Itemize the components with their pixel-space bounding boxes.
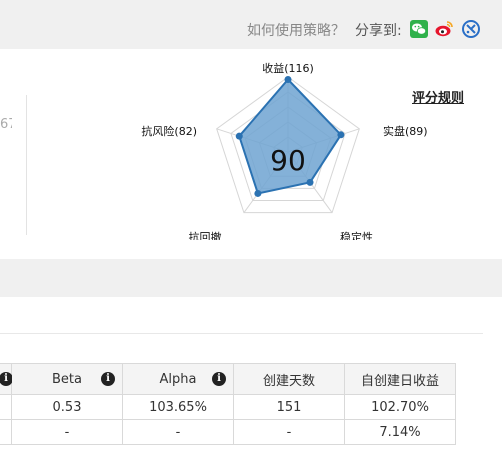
table-cell: 0.53 [11,394,123,420]
radar-axis-label: 抗回撤 [189,230,222,240]
table-cell: 7.14% [344,419,456,445]
radar-axis-label: 稳定性 [340,230,373,240]
radar-axis-label: 收益(116) [262,61,314,75]
info-icon[interactable]: i [101,372,115,386]
horizontal-divider [0,333,483,334]
table-header-label: 创建天数 [262,373,315,389]
table-cell [0,419,12,445]
radar-axis-label: 抗风险(82) [141,124,197,138]
radar-axis-label: 实盘(89) [383,124,428,138]
table-cell: 102.70% [344,394,456,420]
table-header-cell: Beta i [11,363,123,395]
radar-point [235,132,243,140]
radar-point [306,178,314,186]
table-header-cell: i [0,363,13,395]
radar-point [254,189,262,197]
info-icon[interactable]: i [212,372,226,386]
table-cell: 103.65% [122,394,234,420]
radar-point [337,131,345,139]
radar-chart: 收益(116) 实盘(89) 稳定性 抗回撤 抗风险(82) 90 [141,61,428,240]
table-header-cell: 创建天数 [233,363,345,395]
radar-score: 90 [270,144,306,177]
table-header-label: 自创建日收益 [360,373,439,389]
table-header-cell: Alpha i [122,363,234,395]
table-body: 0.53 103.65% 151 102.70% - - -7.14% [0,394,456,445]
section-band [0,259,502,297]
table-row: - - -7.14% [0,419,456,445]
metrics-table: i Beta i Alpha i 创建天数 自创建日收益 0.53 103.65% 151 102… [0,363,456,445]
table-header-row: i Beta i Alpha i 创建天数 自创建日收益 [0,363,456,395]
radar-point [284,76,292,83]
table-cell [0,394,12,420]
table-header-cell: 自创建日收益 [344,363,456,395]
table-row: 0.53 103.65% 151 102.70% [0,394,456,420]
scoring-rules-link[interactable]: 评分规则 [412,87,464,106]
table-cell: - [233,419,345,445]
table-cell: 151 [233,394,345,420]
table-cell: - [11,419,123,445]
table-cell: - [122,419,234,445]
